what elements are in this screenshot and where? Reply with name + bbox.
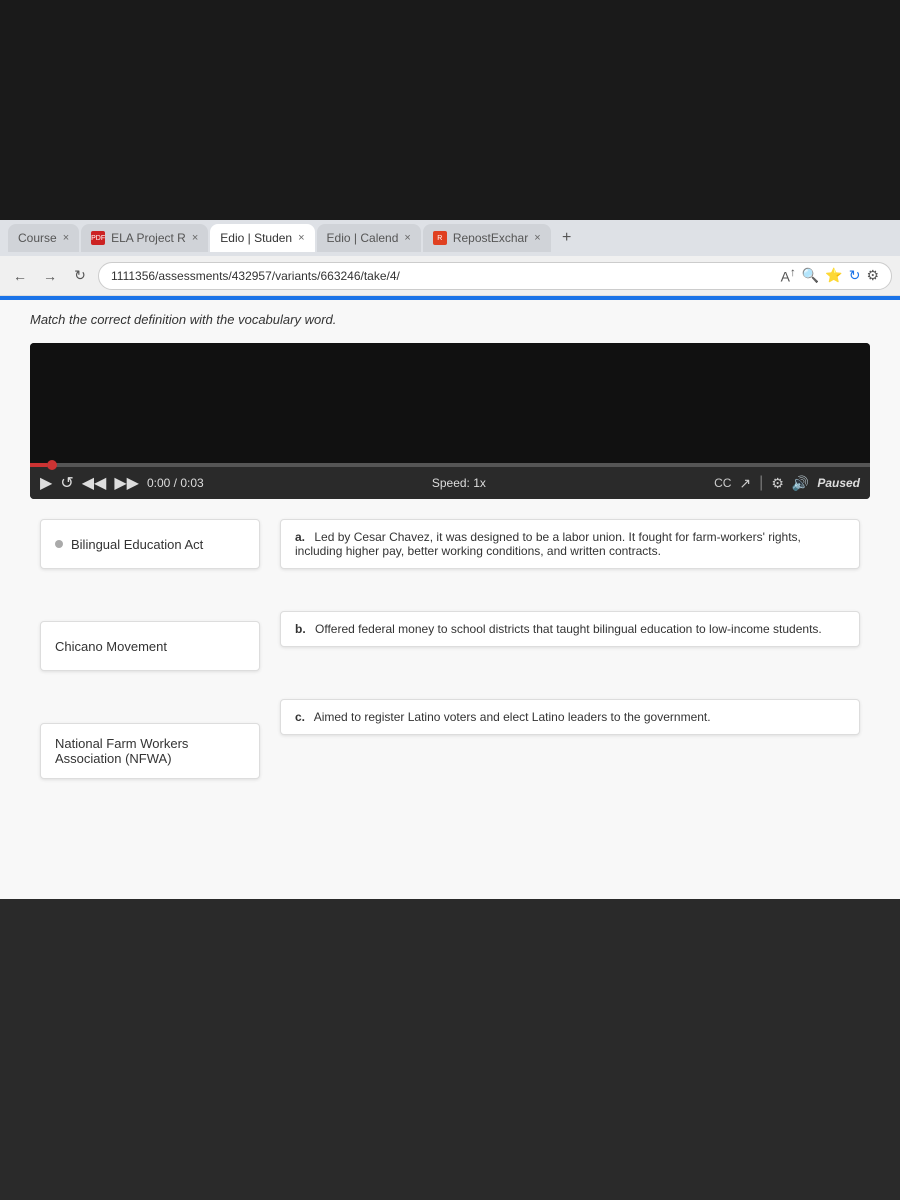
term-label-2: Chicano Movement	[55, 639, 167, 654]
def-card-b[interactable]: b. Offered federal money to school distr…	[280, 611, 860, 647]
term-label-1: Bilingual Education Act	[71, 537, 203, 552]
terms-spacer-2	[40, 687, 260, 707]
term-label-3: National Farm Workers Association (NFWA)	[55, 736, 245, 766]
tab-edio-student-close[interactable]: ×	[298, 232, 304, 244]
tab-ela-label: ELA Project R	[111, 231, 186, 245]
settings-icon[interactable]: ⚙	[771, 475, 784, 492]
tab-edio-student[interactable]: Edio | Studen ×	[210, 224, 314, 252]
page-content: Match the correct definition with the vo…	[0, 300, 900, 799]
divider: |	[759, 474, 763, 492]
video-progress-bar[interactable]	[30, 463, 870, 467]
def-letter-b: b.	[295, 622, 306, 636]
def-text-c: Aimed to register Latino voters and elec…	[314, 710, 711, 724]
video-time-current: 0:00 / 0:03	[147, 476, 204, 490]
tab-ela-icon: PDF	[91, 231, 105, 245]
def-card-a[interactable]: a. Led by Cesar Chavez, it was designed …	[280, 519, 860, 569]
video-progress-handle[interactable]	[47, 460, 57, 470]
browser-chrome: Course × PDF ELA Project R × Edio | Stud…	[0, 220, 900, 899]
browser-menu-icon[interactable]: ⚙	[866, 267, 879, 284]
video-speed-label[interactable]: Speed: 1x	[212, 476, 706, 490]
def-letter-c: c.	[295, 710, 305, 724]
new-tab-button[interactable]: +	[553, 224, 581, 252]
terms-column: Bilingual Education Act Chicano Movement…	[40, 519, 260, 779]
back-button[interactable]: ←	[8, 264, 32, 288]
tab-repost-label: RepostExchar	[453, 231, 528, 245]
video-right-controls: CC ↗ | ⚙ 🔊	[714, 474, 809, 492]
matching-exercise: Bilingual Education Act Chicano Movement…	[30, 519, 870, 779]
tab-course-label: Course	[18, 231, 57, 245]
tab-edio-calendar-close[interactable]: ×	[404, 232, 410, 244]
tab-course-close[interactable]: ×	[63, 232, 69, 244]
background-top	[0, 0, 900, 220]
search-icon[interactable]: 🔍	[802, 267, 819, 284]
tab-edio-calendar-label: Edio | Calend	[327, 231, 399, 245]
def-letter-a: a.	[295, 530, 305, 544]
def-text-b: Offered federal money to school district…	[315, 622, 822, 636]
tab-bar: Course × PDF ELA Project R × Edio | Stud…	[0, 220, 900, 256]
def-spacer-2	[280, 663, 860, 683]
term-dot-1	[55, 540, 63, 548]
tab-repost-close[interactable]: ×	[534, 232, 540, 244]
video-paused-status: Paused	[817, 476, 860, 490]
term-card-2[interactable]: Chicano Movement	[40, 621, 260, 671]
page-instruction: Match the correct definition with the vo…	[30, 312, 870, 327]
rewind-button[interactable]: ◀◀	[82, 473, 107, 493]
def-spacer-1	[280, 585, 860, 595]
reload-video-button[interactable]: ↺	[60, 473, 73, 493]
video-player: ▶ ↺ ◀◀ ▶▶ 0:00 / 0:03 Speed: 1x CC ↗ | ⚙…	[30, 343, 870, 499]
reload-button[interactable]: ↻	[68, 264, 92, 288]
forward-button[interactable]: →	[38, 264, 62, 288]
fast-forward-button[interactable]: ▶▶	[114, 473, 139, 493]
tab-edio-student-label: Edio | Studen	[220, 231, 292, 245]
term-card-1[interactable]: Bilingual Education Act	[40, 519, 260, 569]
def-text-a: Led by Cesar Chavez, it was designed to …	[295, 530, 801, 558]
video-screen	[30, 343, 870, 463]
caption-icon[interactable]: CC	[714, 476, 731, 490]
tab-repost[interactable]: R RepostExchar ×	[423, 224, 551, 252]
tab-edio-calendar[interactable]: Edio | Calend ×	[317, 224, 421, 252]
bottom-spacer	[0, 799, 900, 899]
address-text: 1111356/assessments/432957/variants/6632…	[111, 269, 773, 283]
address-bar[interactable]: 1111356/assessments/432957/variants/6632…	[98, 262, 892, 290]
video-progress-fill	[30, 463, 47, 467]
terms-spacer	[40, 585, 260, 605]
video-controls: ▶ ↺ ◀◀ ▶▶ 0:00 / 0:03 Speed: 1x CC ↗ | ⚙…	[30, 467, 870, 499]
def-card-c[interactable]: c. Aimed to register Latino voters and e…	[280, 699, 860, 735]
refresh-icon[interactable]: ↻	[849, 267, 861, 284]
tab-course[interactable]: Course ×	[8, 224, 79, 252]
definitions-column: a. Led by Cesar Chavez, it was designed …	[280, 519, 860, 779]
tab-ela-project[interactable]: PDF ELA Project R ×	[81, 224, 208, 252]
volume-icon[interactable]: 🔊	[792, 475, 809, 492]
address-icons: A↑ 🔍 ⭐ ↻ ⚙	[781, 266, 879, 285]
read-aloud-icon[interactable]: A↑	[781, 266, 796, 285]
tab-ela-close[interactable]: ×	[192, 232, 198, 244]
share-video-icon[interactable]: ↗	[739, 475, 751, 492]
tab-repost-icon: R	[433, 231, 447, 245]
term-card-3[interactable]: National Farm Workers Association (NFWA)	[40, 723, 260, 779]
address-bar-row: ← → ↻ 1111356/assessments/432957/variant…	[0, 256, 900, 296]
favorites-icon[interactable]: ⭐	[825, 267, 842, 284]
play-button[interactable]: ▶	[40, 473, 52, 493]
